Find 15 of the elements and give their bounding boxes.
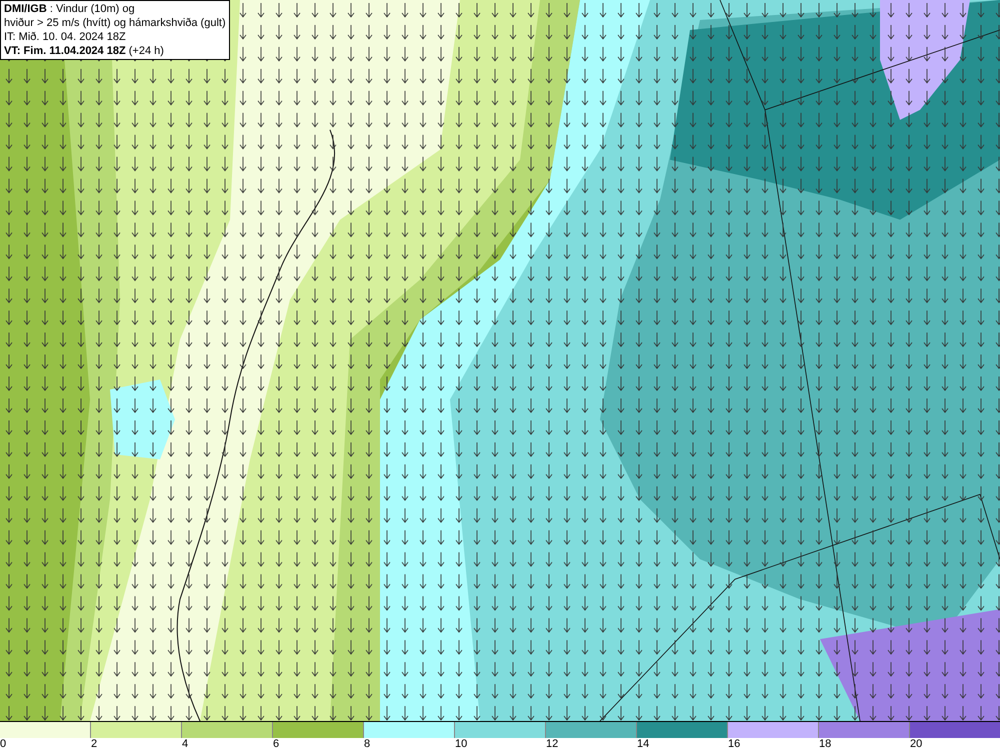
- legend-tick-label: 10: [455, 738, 468, 752]
- legend-tick-label: 2: [91, 738, 98, 752]
- legend-tick-label: 8: [364, 738, 370, 752]
- legend-tick-label: 6: [273, 738, 280, 752]
- map-info-text: IT: Mið. 10. 04. 2024 18Z: [4, 30, 127, 44]
- legend-tick-label: 12: [546, 738, 558, 752]
- legend-tick-label: 16: [728, 738, 740, 752]
- legend-tick-label: 14: [637, 738, 650, 752]
- map-info-text: VT: Fim. 11.04.2024 18Z (+24 h): [4, 44, 165, 58]
- legend-tick-label: 20: [910, 738, 922, 752]
- legend-tick-label: 18: [819, 738, 832, 752]
- map-info-text: DMI/IGB : Vindur (10m) og: [4, 2, 136, 16]
- map-info-text: hviður > 25 m/s (hvítt) og hámarkshviða (gult): [4, 16, 226, 30]
- legend-tick-label: 4: [182, 738, 188, 752]
- legend-tick-label: 0: [0, 738, 6, 752]
